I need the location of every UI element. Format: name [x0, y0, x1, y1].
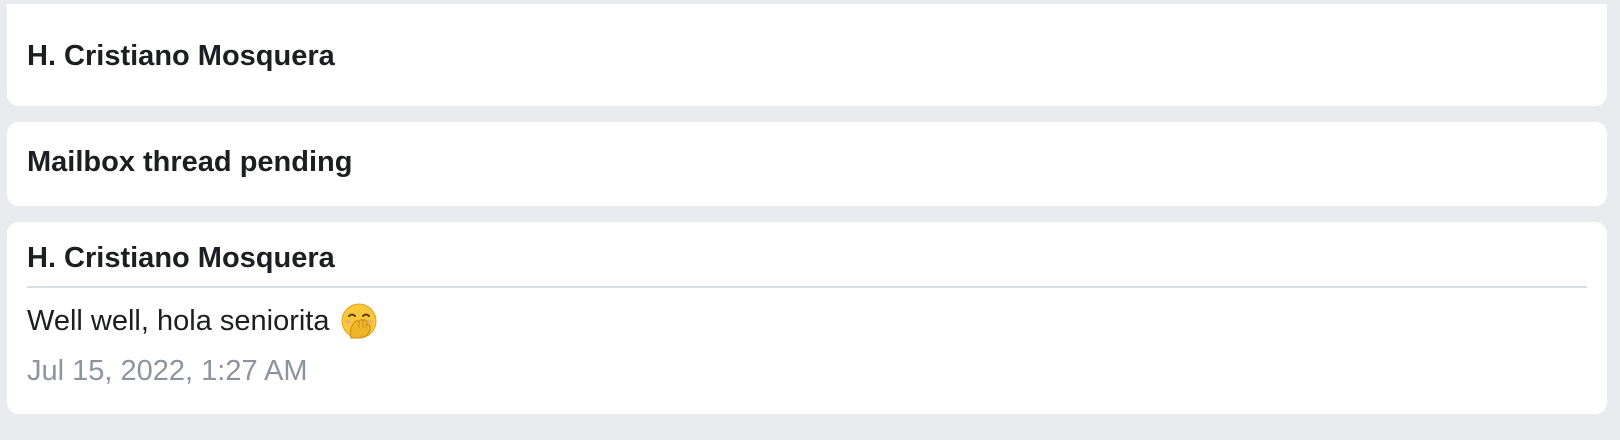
contact-name: H. Cristiano Mosquera	[27, 40, 335, 72]
message-sender-name: H. Cristiano Mosquera	[27, 242, 335, 274]
thread-status-text: Mailbox thread pending	[27, 146, 353, 178]
message-text: Well well, hola seniorita	[27, 305, 330, 337]
message-timestamp: Jul 15, 2022, 1:27 AM	[27, 355, 308, 387]
divider	[27, 286, 1587, 288]
message-body: Well well, hola seniorita	[27, 303, 377, 339]
thread-status-card: Mailbox thread pending	[7, 122, 1607, 206]
contact-card[interactable]: H. Cristiano Mosquera	[7, 4, 1607, 106]
face-with-hand-over-mouth-icon	[341, 303, 377, 339]
message-card[interactable]: H. Cristiano Mosquera Well well, hola se…	[7, 222, 1607, 414]
